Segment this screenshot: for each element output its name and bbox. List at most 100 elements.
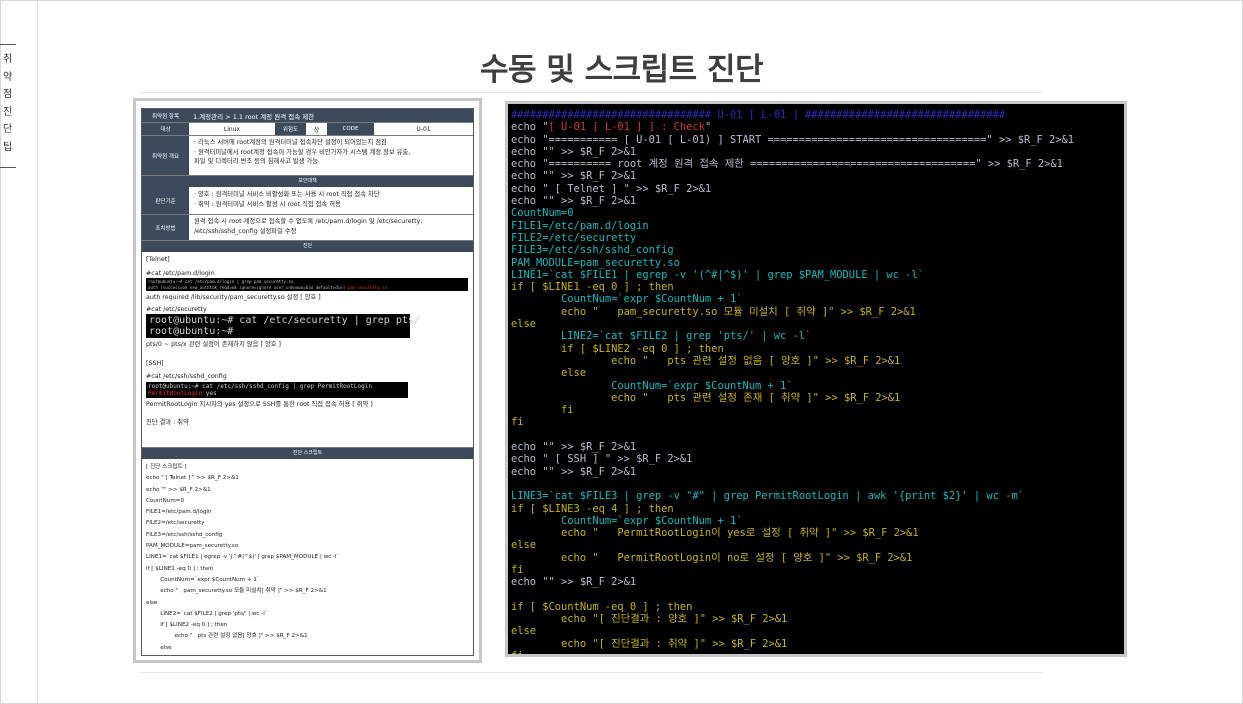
- cmd-sshd-config: #cat /etc/ssh/sshd_config: [146, 373, 227, 380]
- code-line: FILE3=/etc/ssh/sshd_config: [511, 244, 674, 257]
- terminal-sshd-line-2: PermitRootLogin yes: [148, 390, 406, 397]
- action-line-2: /etc/ssh/sshd_config 설정파일 수정: [194, 227, 297, 235]
- code-line: LINE2=`cat $FILE2 | grep 'pts/' | wc -l`: [511, 330, 812, 343]
- terminal-screenshot: ################################ U-01 [ …: [505, 101, 1127, 657]
- terminal-securetty-line-1: root@ubuntu:~# cat /etc/securetty | grep…: [149, 315, 420, 326]
- script-line: FILE3=/etc/ssh/sshd_config: [146, 531, 223, 538]
- criteria-row: 판단기준 · 양호 : 원격터미널 서비스 비활성화 또는 사용 시 root …: [142, 187, 473, 215]
- overview-line-3: 파일 및 디렉터리 변조 등의 침해사고 발생 가능: [194, 158, 319, 165]
- code-line: fi: [511, 416, 524, 429]
- script-line: echo " [ Telnet ] " >> $R_F 2>&1: [146, 475, 239, 482]
- code-line: if [ $LINE3 -eq 4 ] ; then: [511, 502, 674, 515]
- code-line: echo "========== root 계정 원격 접속 제한 ======…: [511, 158, 1063, 171]
- target-value: Linux: [223, 125, 241, 133]
- target-header: 대상: [142, 123, 189, 135]
- criteria-good: · 양호 : 원격터미널 서비스 비활성화 또는 사용 시 root 직접 접속…: [194, 191, 380, 198]
- code-line: CountNum=`expr $CountNum + 1`: [511, 379, 793, 392]
- code-line: ################################ U-01 [ …: [511, 109, 1006, 121]
- result-securetty: pts/0 ~ pts/x 관련 설정이 존재하지 않음 [ 양호 ]: [146, 341, 281, 348]
- terminal-pam-line-2b: pam_securetty.so: [347, 284, 388, 290]
- result-pam-login: auth required /lib/security/pam_securett…: [146, 294, 321, 301]
- code-line: fi: [511, 563, 524, 576]
- code-line: CountNum=`expr $CountNum + 1`: [511, 514, 743, 527]
- code-line: echo " PermitRootLogin이 yes로 설정 [ 취약 ]" …: [511, 527, 919, 540]
- code-line: CountNum=`expr $CountNum + 1`: [511, 293, 743, 306]
- measure-band: 보안대책: [142, 176, 473, 187]
- action-body: 원격 접속 시 root 계정으로 접속할 수 없도록 /etc/pam.d/l…: [189, 215, 473, 240]
- script-line: PAM_MODULE=pam_securetty.so: [146, 543, 239, 550]
- script-line: CountNum=0: [146, 497, 185, 504]
- title-divider: [140, 92, 1043, 93]
- overview-header: 취약점 개요: [142, 136, 189, 175]
- script-line: LINE2=`cat $FILE2 | grep 'pts/' | wc -l`: [146, 610, 268, 617]
- script-line: if [ $LINE2 -eq 0 ] ; then: [146, 622, 228, 629]
- script-listing: [ 진단 스크립트 ] echo " [ Telnet ] " >> $R_F 2…: [142, 459, 473, 655]
- code-line: echo " pam_securetty.so 모듈 미설치 [ 취약 ]" >…: [511, 305, 916, 318]
- code-line: echo " pts 관련 설정 없음 [ 양호 ]" >> $R_F 2>&1: [511, 354, 901, 367]
- action-row: 조치방법 원격 접속 시 root 계정으로 접속할 수 없도록 /etc/pa…: [142, 215, 473, 241]
- criteria-body: · 양호 : 원격터미널 서비스 비활성화 또는 사용 시 root 직접 접속…: [189, 187, 473, 214]
- script-code: ################################ U-01 [ …: [511, 109, 1123, 654]
- bottom-divider: [140, 672, 1043, 673]
- diagnosis-document: 취약점 항목 1.계정관리 > 1.1 root 계정 원격 접속 제한 대상 …: [133, 98, 482, 663]
- terminal-pam-line-2a: auth [success=ok new_authtok_reqd=ok ign…: [148, 284, 348, 290]
- telnet-heading: [Telnet]: [146, 256, 170, 263]
- risk-header: 위험도: [275, 123, 306, 135]
- script-line: LINE1=`cat $FILE1 | egrep -v '(^#|^$)' |…: [146, 554, 340, 561]
- terminal-pam-line-2: auth [success=ok new_authtok_reqd=ok ign…: [148, 285, 466, 291]
- cmd-pam-login: #cat /etc/pam.d/login: [146, 269, 215, 277]
- code-line: echo " pts 관련 설정 존재 [ 취약 ]" >> $R_F 2>&1: [511, 391, 901, 404]
- script-line: if [ $LINE1 -eq 0 ] ; then: [146, 565, 214, 572]
- risk-value: 상: [313, 126, 320, 134]
- code-line: LINE3=`cat $FILE3 | grep -v "#" | grep P…: [511, 490, 1024, 503]
- item-value: 1.계정관리 > 1.1 root 계정 원격 접속 제한: [189, 109, 473, 122]
- script-line: [ 진단 스크립트 ]: [146, 464, 187, 470]
- code-line: echo "[ 진단결과 : 양호 ]" >> $R_F 2>&1: [511, 613, 788, 626]
- script-band: 진단 스크립트: [142, 448, 473, 459]
- criteria-header: 판단기준: [142, 187, 189, 214]
- code-header: CODE: [327, 123, 374, 135]
- target-row: 대상 Linux 위험도 상 CODE U-01: [142, 123, 473, 136]
- code-line: else: [511, 539, 537, 552]
- terminal-securetty-line-2: root@ubuntu:~#: [149, 326, 234, 337]
- action-header: 조치방법: [142, 215, 189, 240]
- ssh-heading: [SSH]: [146, 359, 164, 367]
- terminal-sshd-config: root@ubuntu:~# cat /etc/ssh/sshd_config …: [146, 381, 408, 398]
- code-line: echo "" >> $R_F 2>&1: [511, 195, 637, 208]
- item-header: 취약점 항목: [142, 109, 189, 122]
- script-line: echo "" >> $R_F 2>&1: [146, 486, 211, 493]
- page-title: 수동 및 스크립트 진단: [479, 52, 764, 88]
- code-line: echo " [ SSH ] " >> $R_F 2>&1: [511, 453, 693, 466]
- code-line: echo "[ 진단결과 : 취약 ]" >> $R_F 2>&1: [511, 637, 788, 650]
- code-line: echo "" >> $R_F 2>&1: [511, 145, 637, 158]
- overview-line-2: · 원격터미널에서 root계정 접속이 가능할 경우 비인가자가 시스템 계정…: [194, 148, 411, 156]
- code-line: if [ $LINE2 -eq 0 ] ; then: [511, 342, 724, 355]
- script-line: FILE2=/etc/securetty: [146, 520, 205, 527]
- criteria-bad: · 취약 : 원격터미널 서비스 활성 시 root 직접 접속 허용: [194, 200, 341, 208]
- code-segment: ": [704, 121, 712, 134]
- code-line: echo "" >> $R_F 2>&1: [511, 441, 637, 454]
- code-segment: echo ": [511, 121, 549, 134]
- code-line: CountNum=0: [511, 207, 574, 220]
- code-line: echo "" >> $R_F 2>&1: [511, 576, 637, 589]
- code-line: FILE1=/etc/pam.d/login: [511, 219, 649, 232]
- code-line: else: [511, 318, 537, 331]
- code-line: else: [511, 367, 587, 380]
- script-line: CountNum=`expr $CountNum + 1`: [146, 576, 260, 583]
- code-line: echo "" >> $R_F 2>&1: [511, 170, 637, 183]
- code-value: U-01: [416, 125, 431, 133]
- diagnosis-band: 진단: [142, 241, 473, 252]
- code-line: echo "=========== [ U-01 [ L-01) ] START…: [511, 133, 1075, 146]
- terminal-sshd-line-2a: PermitRootLogin: [148, 389, 203, 397]
- overview-line-1: · 리눅스 서버에 root계정의 원격터미널 접속차단 설정이 되어있는지 점…: [194, 139, 387, 146]
- side-divider: [37, 0, 38, 704]
- script-line: FILE1=/etc/pam.d/login: [146, 509, 212, 516]
- terminal-securetty: root@ubuntu:~# cat /etc/securetty | grep…: [146, 314, 420, 338]
- code-line: FILE2=/etc/securetty: [511, 231, 637, 244]
- code-line: echo "" >> $R_F 2>&1: [511, 465, 637, 478]
- script-line: echo " pts 관련 설정 없음[ 양호 ]" >> $R_F 2>&1: [146, 633, 308, 640]
- script-line: else: [146, 644, 172, 651]
